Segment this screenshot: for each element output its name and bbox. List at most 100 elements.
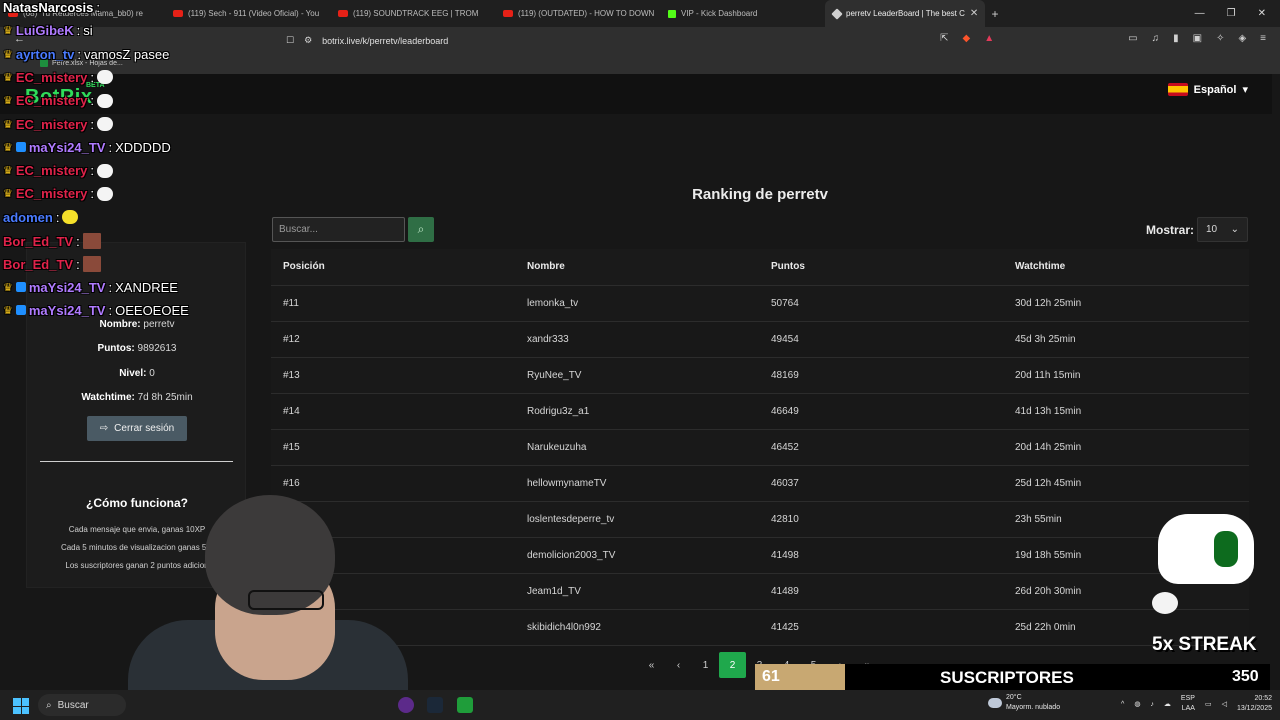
chat-username: EC_mistery: [15, 163, 88, 179]
chat-username: EC_mistery: [15, 69, 88, 85]
url-text[interactable]: botrix.live/k/perretv/leaderboard: [322, 36, 448, 46]
sub-badge-icon: [15, 142, 26, 153]
windows-start-icon[interactable]: [13, 698, 29, 714]
page-button[interactable]: 1: [692, 652, 719, 678]
chat-separator: :: [55, 209, 60, 225]
crown-icon: ♛: [3, 165, 13, 178]
table-row: skibidich4l0n992 41425 25d 22h 0min: [271, 609, 1249, 646]
table-cell: 46452: [759, 429, 1003, 466]
column-header: Puntos: [759, 249, 1003, 286]
streak-mascot: [1158, 514, 1254, 584]
page-button[interactable]: 2: [719, 652, 746, 678]
sub-goal-label: SUSCRIPTORES: [940, 668, 1074, 687]
search-input[interactable]: Buscar...: [272, 217, 405, 242]
mic-icon[interactable]: ♪: [1150, 701, 1154, 708]
panel-icon[interactable]: ▮: [1173, 33, 1179, 44]
chat-separator: :: [90, 116, 95, 132]
browser-tab[interactable]: (119) (OUTDATED) - HOW TO DOWN: [495, 0, 660, 27]
table-row: #16 hellowmynameTV 46037 25d 12h 45min: [271, 465, 1249, 502]
how-it-works-title: ¿Cómo funciona?: [86, 496, 188, 510]
volume-icon[interactable]: ◁: [1222, 700, 1227, 708]
chat-separator: :: [90, 163, 95, 179]
share-icon[interactable]: ⇱: [940, 33, 948, 44]
network-app-icon[interactable]: ◍: [1134, 700, 1140, 708]
crown-icon: ♛: [3, 48, 13, 61]
table-cell: #14: [271, 393, 515, 430]
minimize-icon[interactable]: —: [1195, 8, 1205, 19]
chat-message: ♛ LuiGibeK: si: [3, 23, 93, 38]
leaderboard-table: Posición Nombre Puntos Watchtime #11 lemonka…: [271, 249, 1249, 646]
wallet-icon[interactable]: ▣: [1193, 33, 1202, 44]
table-row: loslentesdeperre_tv 42810 23h 55min: [271, 501, 1249, 538]
logout-button[interactable]: ⇨ Cerrar sesión: [87, 416, 187, 441]
table-cell: loslentesdeperre_tv: [515, 501, 759, 538]
vpn-icon[interactable]: ◈: [1238, 33, 1246, 44]
table-cell: 45d 3h 25min: [1003, 321, 1249, 358]
spain-flag-icon: [1167, 83, 1188, 96]
chat-username: maYsi24_TV: [28, 302, 106, 318]
chat-username: EC_mistery: [15, 116, 88, 132]
clock[interactable]: 20:52 13/12/2025: [1237, 694, 1272, 714]
leo-icon[interactable]: ✧: [1216, 33, 1224, 44]
crown-icon: ♛: [3, 71, 13, 84]
address-bar[interactable]: ☐ ⚙ botrix.live/k/perretv/leaderboard: [276, 30, 1004, 51]
onedrive-icon[interactable]: ☁: [1164, 700, 1171, 708]
table-row: #12 xandr333 49454 45d 3h 25min: [271, 321, 1249, 358]
table-cell: 46037: [759, 465, 1003, 502]
table-cell: 46649: [759, 393, 1003, 430]
brave-shield-icon[interactable]: ◆: [963, 33, 971, 44]
show-label: Mostrar:: [1146, 223, 1195, 237]
chevron-up-icon[interactable]: ^: [1121, 701, 1124, 708]
column-header: Posición: [271, 249, 515, 286]
steam-icon[interactable]: [427, 697, 443, 713]
obs-icon[interactable]: [398, 697, 414, 713]
restore-icon[interactable]: ❐: [1227, 8, 1236, 19]
wifi-icon[interactable]: ▭: [1205, 700, 1212, 708]
sub-badge-icon: [15, 282, 26, 293]
table-cell: 20d 11h 15min: [1003, 357, 1249, 394]
language-selector[interactable]: Español ▾: [1167, 83, 1248, 96]
chat-message: ♛ EC_mistery:: [3, 93, 114, 108]
close-window-icon[interactable]: ✕: [1258, 8, 1266, 19]
taskbar-search[interactable]: ⌕ Buscar: [38, 694, 126, 716]
language-indicator[interactable]: ESP LAA: [1181, 694, 1195, 714]
bookmark-icon[interactable]: ☐: [286, 35, 294, 46]
search-button[interactable]: ⌕: [408, 217, 434, 242]
browser-tab[interactable]: VIP - Kick Dashboard: [660, 0, 825, 27]
page-button[interactable]: ‹: [665, 652, 692, 678]
chat-message: ♛ maYsi24_TV: XANDREE: [3, 280, 178, 295]
show-select[interactable]: 10 ⌄: [1197, 217, 1248, 242]
app-icon[interactable]: [457, 697, 473, 713]
crown-icon: ♛: [3, 281, 13, 294]
music-icon[interactable]: ♫: [1152, 33, 1160, 44]
sub-badge-icon: [15, 305, 26, 316]
table-cell: xandr333: [515, 321, 759, 358]
emote-icon: [97, 117, 114, 131]
emote-icon: [97, 93, 114, 108]
table-cell: 50764: [759, 285, 1003, 322]
crown-icon: ♛: [3, 118, 13, 131]
close-tab-icon[interactable]: ✕: [970, 8, 978, 19]
browser-tab[interactable]: (119) SOUNDTRACK EEG | TROM: [330, 0, 495, 27]
table-cell: 41489: [759, 573, 1003, 610]
site-info-icon[interactable]: ⚙: [304, 35, 312, 46]
weather-widget[interactable]: 20°C Mayorm. nublado: [1006, 693, 1060, 713]
rewards-icon[interactable]: ▲: [984, 33, 994, 44]
chevron-down-icon: ⌄: [1230, 224, 1239, 235]
new-tab-button[interactable]: +: [985, 7, 1005, 21]
page-button[interactable]: «: [638, 652, 665, 678]
browser-tab[interactable]: perretv LeaderBoard | The best C ✕: [825, 0, 985, 27]
chat-separator: :: [77, 46, 82, 62]
table-row: #13 RyuNee_TV 48169 20d 11h 15min: [271, 357, 1249, 394]
sidebar-icon[interactable]: ▭: [1128, 33, 1137, 44]
chat-username: LuiGibeK: [15, 23, 74, 39]
table-cell: Narukeuzuha: [515, 429, 759, 466]
table-row: #11 lemonka_tv 50764 30d 12h 25min: [271, 285, 1249, 322]
table-cell: 49454: [759, 321, 1003, 358]
table-cell: hellowmynameTV: [515, 465, 759, 502]
table-cell: #13: [271, 357, 515, 394]
kick-favicon-icon: [668, 9, 676, 18]
table-cell: #11: [271, 285, 515, 322]
chat-message: adomen:: [3, 209, 79, 225]
menu-icon[interactable]: ≡: [1260, 33, 1266, 44]
